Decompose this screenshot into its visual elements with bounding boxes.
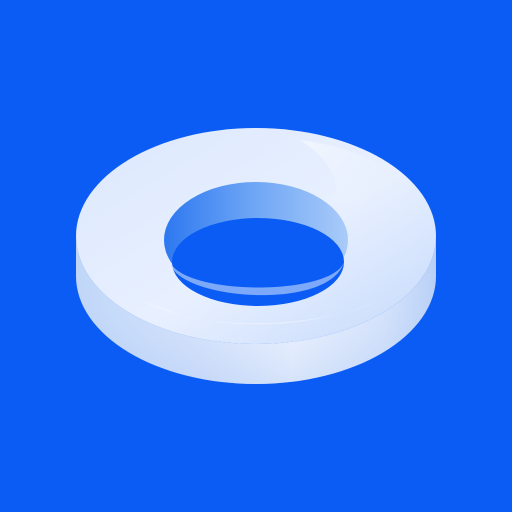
ring-logo-icon	[0, 0, 512, 512]
app-icon-tile	[0, 0, 512, 512]
